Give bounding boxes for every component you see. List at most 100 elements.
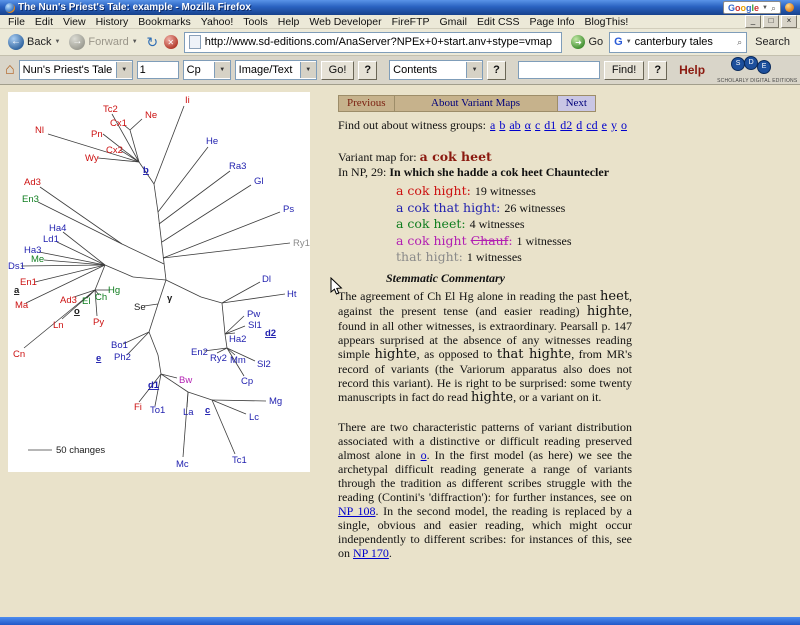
witness-group-link-d1[interactable]: d1 — [544, 118, 556, 132]
about-variant-maps-link[interactable]: About Variant Maps — [395, 95, 558, 112]
stop-button[interactable]: ✕ — [164, 35, 178, 49]
tree-label-Cp[interactable]: Cp — [241, 376, 253, 387]
tree-label-Cx1[interactable]: Cx1 — [110, 118, 127, 129]
witness-group-link-o[interactable]: o — [621, 118, 627, 132]
commentary-link[interactable]: NP 108 — [338, 504, 376, 518]
help-link[interactable]: Help — [679, 63, 705, 77]
search-magnifier-icon[interactable]: ⌕ — [737, 37, 742, 47]
tree-label-En1[interactable]: En1 — [20, 277, 37, 288]
view-select[interactable]: Image/Text ▼ — [235, 60, 317, 80]
tree-label-En3[interactable]: En3 — [22, 194, 39, 205]
tree-label-Ld1[interactable]: Ld1 — [43, 234, 59, 245]
variant-map-tree[interactable]: Tc2IiNeCx1PnCx2WyNlbHeRa3GlPsRy1Ad3En3Ha… — [8, 92, 310, 472]
tree-label-He[interactable]: He — [206, 136, 218, 147]
tree-label-Ne[interactable]: Ne — [145, 110, 157, 121]
tree-label-Lc[interactable]: Lc — [249, 412, 259, 423]
tree-label-Me[interactable]: Me — [31, 254, 44, 265]
help-button-1[interactable]: ? — [358, 61, 377, 80]
close-button[interactable]: × — [781, 15, 797, 28]
witness-group-link-α[interactable]: α — [525, 118, 531, 132]
tree-label-Ds1[interactable]: Ds1 — [8, 261, 25, 272]
tree-label-Se[interactable]: Se — [134, 302, 146, 313]
tree-label-o[interactable]: o — [74, 306, 80, 317]
tree-label-Gl[interactable]: Gl — [254, 176, 264, 187]
menu-item-file[interactable]: File — [3, 16, 30, 28]
tree-label-Cx2[interactable]: Cx2 — [106, 145, 123, 156]
tree-label-Ra3[interactable]: Ra3 — [229, 161, 246, 172]
menu-item-tools[interactable]: Tools — [238, 16, 273, 28]
google-dropdown-icon[interactable]: ▼ — [762, 4, 768, 12]
home-button[interactable]: ⌂ — [5, 60, 15, 80]
tree-label-d1[interactable]: d1 — [148, 380, 160, 391]
tree-label-Ad3[interactable]: Ad3 — [24, 177, 41, 188]
tree-label-b[interactable]: b — [143, 165, 149, 176]
witness-group-link-d[interactable]: d — [576, 118, 582, 132]
tree-label-Ad3[interactable]: Ad3 — [60, 295, 77, 306]
menu-item-view[interactable]: View — [58, 16, 91, 28]
tree-label-c[interactable]: c — [205, 405, 210, 416]
witness-group-link-cd[interactable]: cd — [586, 118, 597, 132]
witness-group-link-a[interactable]: a — [490, 118, 495, 132]
tree-label-Dl[interactable]: Dl — [262, 274, 271, 285]
menu-item-help[interactable]: Help — [273, 16, 305, 28]
taskbar-edge[interactable] — [0, 617, 800, 625]
titlebar-google-box[interactable]: Google ▼ ⌕ — [723, 1, 781, 14]
witness-group-link-ab[interactable]: ab — [509, 118, 520, 132]
menu-item-edit[interactable]: Edit — [30, 16, 58, 28]
back-dropdown-icon[interactable]: ▼ — [54, 38, 60, 46]
tree-label-Tc2[interactable]: Tc2 — [103, 104, 118, 115]
help-button-3[interactable]: ? — [648, 61, 667, 80]
tree-label-γ[interactable]: γ — [167, 293, 173, 304]
contents-select[interactable]: Contents ▼ — [389, 60, 483, 80]
menu-item-fireftp[interactable]: FireFTP — [387, 16, 435, 28]
witness-group-link-b[interactable]: b — [499, 118, 505, 132]
reload-button[interactable]: ↻ — [144, 34, 161, 51]
chevron-down-icon[interactable]: ▼ — [466, 62, 482, 78]
tree-label-Py[interactable]: Py — [93, 317, 104, 328]
tree-label-Mm[interactable]: Mm — [230, 355, 246, 366]
tree-label-Sl1[interactable]: Sl1 — [248, 320, 262, 331]
sde-logo[interactable]: S D E SCHOLARLY DIGITAL EDITIONS — [717, 57, 795, 84]
tree-label-Pw[interactable]: Pw — [247, 309, 260, 320]
tree-label-Wy[interactable]: Wy — [85, 153, 99, 164]
tree-label-Ii[interactable]: Ii — [185, 95, 190, 106]
url-go-button[interactable]: ➜ Go — [568, 35, 606, 49]
witness-group-link-e[interactable]: e — [602, 118, 607, 132]
notification-icon[interactable] — [785, 3, 794, 12]
tree-label-Ry2[interactable]: Ry2 — [210, 353, 227, 364]
menu-item-yahoo-[interactable]: Yahoo! — [196, 16, 239, 28]
menu-item-web-developer[interactable]: Web Developer — [304, 16, 386, 28]
line-number-input[interactable] — [137, 61, 179, 79]
find-input[interactable] — [518, 61, 600, 79]
tree-label-Tc1[interactable]: Tc1 — [232, 455, 247, 466]
tree-label-Ma[interactable]: Ma — [15, 300, 29, 311]
next-link[interactable]: Next — [558, 95, 596, 112]
witness-select[interactable]: Cp ▼ — [183, 60, 231, 80]
chevron-down-icon[interactable]: ▼ — [300, 62, 316, 78]
forward-dropdown-icon[interactable]: ▼ — [132, 38, 138, 46]
tree-label-El[interactable]: El — [82, 296, 90, 307]
menu-item-bookmarks[interactable]: Bookmarks — [133, 16, 196, 28]
maximize-button[interactable]: □ — [763, 15, 779, 28]
chevron-down-icon[interactable]: ▼ — [116, 62, 132, 78]
back-button[interactable]: ← Back ▼ — [5, 33, 63, 51]
magnifier-icon[interactable]: ⌕ — [771, 3, 776, 13]
menu-item-page-info[interactable]: Page Info — [525, 16, 580, 28]
tree-label-Ha2[interactable]: Ha2 — [229, 334, 246, 345]
menu-item-blogthis-[interactable]: BlogThis! — [580, 16, 634, 28]
help-button-2[interactable]: ? — [487, 61, 506, 80]
tree-label-Sl2[interactable]: Sl2 — [257, 359, 271, 370]
tree-label-En2[interactable]: En2 — [191, 347, 208, 358]
tree-label-e[interactable]: e — [96, 353, 101, 364]
tree-label-La[interactable]: La — [183, 407, 194, 418]
chevron-down-icon[interactable]: ▼ — [214, 62, 230, 78]
tree-label-a[interactable]: a — [14, 285, 20, 296]
go-button[interactable]: Go! — [321, 61, 355, 80]
tree-label-Ch[interactable]: Ch — [95, 292, 107, 303]
menu-item-gmail[interactable]: Gmail — [435, 16, 472, 28]
url-bar[interactable]: http://www.sd-editions.com/AnaServer?NPE… — [184, 32, 563, 53]
tree-label-Fi[interactable]: Fi — [134, 402, 142, 413]
tree-label-Ps[interactable]: Ps — [283, 204, 294, 215]
tree-label-Ry1[interactable]: Ry1 — [293, 238, 310, 249]
search-engine-dropdown-icon[interactable]: ▼ — [626, 38, 632, 46]
